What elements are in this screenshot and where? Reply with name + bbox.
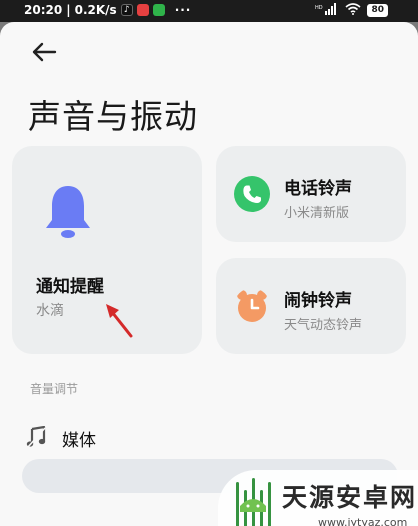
status-separator: | (66, 3, 71, 17)
back-button[interactable] (30, 40, 58, 64)
phone-ringtone-subtitle: 小米清新版 (284, 206, 350, 221)
alarm-ringtone-title: 闹钟铃声 (284, 291, 352, 311)
tiktok-icon: ♪ (120, 4, 133, 16)
hd-label: HD (315, 5, 323, 11)
wifi-icon (345, 3, 361, 18)
alarm-ringtone-subtitle: 天气动态铃声 (284, 318, 363, 333)
phone-ringtone-title: 电话铃声 (284, 179, 352, 199)
notification-sound-card[interactable]: 通知提醒 水滴 (12, 146, 202, 354)
network-speed: 0.2K/s (74, 3, 117, 17)
status-time: 20:20 (24, 3, 63, 17)
watermark-url: www.jytyaz.com (318, 516, 408, 526)
signal-icon: HD (315, 3, 339, 18)
phone-ringtone-card[interactable]: 电话铃声 小米清新版 (216, 146, 406, 242)
watermark-title: 天源安卓网 (282, 483, 418, 512)
status-right: HD 80 (315, 3, 388, 18)
status-bar: 20:20 | 0.2K/s ♪ ··· HD 80 (0, 0, 418, 22)
red-arrow-annotation (106, 304, 133, 338)
alarm-ringtone-card[interactable]: 闹钟铃声 天气动态铃声 (216, 258, 406, 354)
volume-section-label: 音量调节 (30, 382, 79, 396)
battery-icon: 80 (367, 4, 388, 17)
sound-settings-sheet: 声音与振动 通知提醒 水滴 电话铃声 小米清新版 闹钟铃声 天气动态铃声 音量调… (0, 22, 418, 526)
status-left: 20:20 | 0.2K/s ♪ ··· (24, 3, 191, 17)
music-note-icon (26, 426, 46, 448)
phone-icon (234, 176, 270, 212)
app-notification-icon (136, 4, 149, 16)
download-icon (152, 4, 165, 16)
notification-title: 通知提醒 (36, 277, 104, 297)
notification-subtitle: 水滴 (36, 303, 64, 319)
back-arrow-icon (32, 42, 57, 62)
site-watermark: 天源安卓网 www.jytyaz.com (218, 470, 418, 526)
android-logo-icon (236, 478, 271, 526)
page-title: 声音与振动 (28, 97, 198, 136)
bell-icon (46, 186, 90, 238)
more-notifications-icon: ··· (174, 3, 192, 17)
media-volume-label: 媒体 (62, 431, 96, 451)
alarm-clock-icon (237, 290, 267, 322)
